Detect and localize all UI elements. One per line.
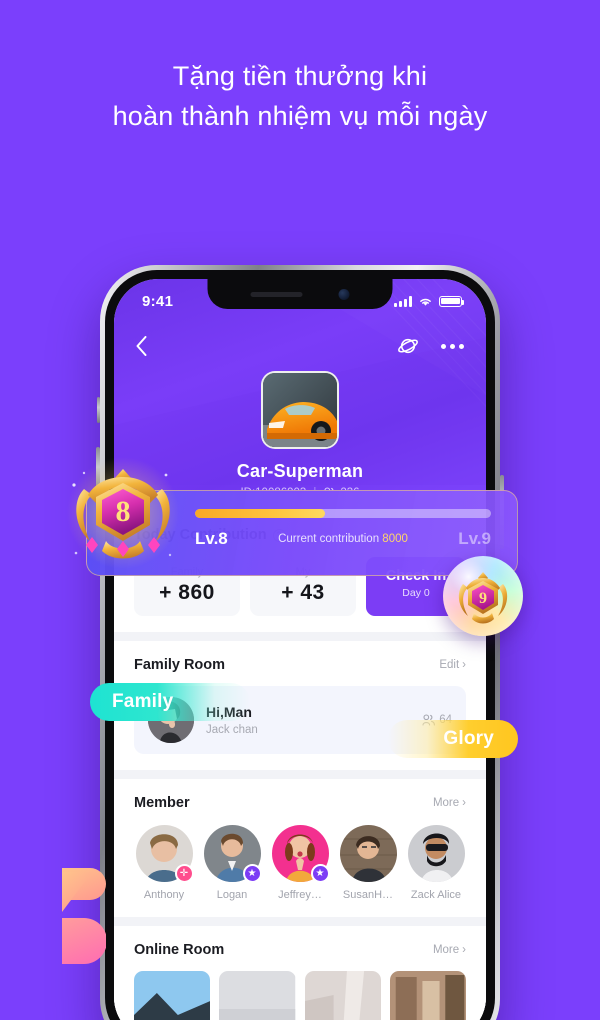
chevron-right-icon: › [462, 797, 466, 809]
member-name: SusanH… [342, 889, 394, 901]
member-card: Member More › ✛ Anthony ★ Logan ★ Jeffre… [114, 779, 486, 917]
next-level-label: Lv.9 [458, 529, 491, 548]
promo-headline-line-2: hoàn thành nhiệm vụ mỗi ngày [112, 101, 488, 131]
online-room-thumbnails [134, 971, 466, 1020]
contribution-text: Current contribution [278, 533, 380, 545]
online-room-thumb[interactable] [134, 971, 211, 1020]
family-room-head: Family Room Edit › [134, 657, 466, 673]
online-room-thumb[interactable] [304, 971, 381, 1020]
member-title: Member [134, 795, 190, 811]
app-nav-bar [114, 323, 486, 369]
star-badge-icon: ★ [242, 864, 262, 883]
level-progress-track [195, 509, 491, 518]
online-room-more-link[interactable]: More › [433, 944, 466, 956]
battery-icon [439, 295, 465, 307]
glory-callout-label: Glory [443, 728, 494, 749]
member-head: Member More › [134, 795, 466, 811]
svg-text:8: 8 [116, 495, 131, 528]
planet-icon[interactable] [397, 335, 419, 357]
phone-bezel: 9:41 Car-Superman + 860 + 43 Check In Da… [105, 270, 495, 1020]
status-time: 9:41 [142, 292, 174, 310]
family-callout-pill: Family [90, 683, 250, 721]
contribution-number: 8000 [382, 533, 408, 545]
member-item-anthony[interactable]: ✛ Anthony [134, 825, 194, 901]
level-row: Lv.8 Current contribution 8000 Lv.9 [195, 529, 491, 549]
online-room-thumb[interactable] [219, 971, 296, 1020]
cellular-bars-icon [394, 295, 412, 307]
online-room-thumb[interactable] [389, 971, 466, 1020]
member-item-jeffrey[interactable]: ★ Jeffrey… [270, 825, 330, 901]
member-name: Jeffrey… [278, 889, 322, 901]
member-name: Logan [216, 889, 248, 901]
member-more-link[interactable]: More › [433, 797, 466, 809]
contribution-my-value: + 43 [281, 581, 325, 604]
contribution-family-value: + 860 [159, 581, 215, 604]
wifi-icon [420, 298, 431, 306]
avatar [407, 825, 465, 882]
member-name: Anthony [143, 889, 185, 901]
online-room-more-label: More [432, 944, 460, 956]
family-room-edit-link[interactable]: Edit › [439, 659, 466, 671]
ellipsis-icon[interactable] [441, 343, 464, 349]
current-contribution-label: Current contribution 8000 [278, 533, 408, 545]
level-progress-fill [195, 509, 326, 518]
family-room-title: Family Room [134, 657, 226, 673]
online-room-card: Online Room More › [114, 926, 486, 1020]
medal-level-8-icon: 8 [66, 455, 180, 571]
plus-badge-icon: ✛ [174, 864, 194, 883]
status-icons [394, 295, 465, 307]
phone-screen: 9:41 Car-Superman + 860 + 43 Check In Da… [114, 279, 486, 1020]
svg-text:9: 9 [479, 590, 487, 607]
nav-actions [397, 335, 464, 357]
family-room-owner: Jack chan [206, 724, 258, 736]
family-avatar-car-icon[interactable] [261, 371, 339, 449]
promo-headline-line-1: Tặng tiền thưởng khi [172, 61, 428, 91]
family-room-edit-label: Edit [439, 659, 460, 671]
family-callout-label: Family [112, 691, 174, 712]
member-item-logan[interactable]: ★ Logan [202, 825, 262, 901]
member-more-label: More [432, 797, 460, 809]
member-avatar-row: ✛ Anthony ★ Logan ★ Jeffrey… SusanH… Zac… [134, 825, 466, 901]
medal-level-9-icon: 9 [443, 556, 523, 636]
promo-headline: Tặng tiền thưởng khi hoàn thành nhiệm vụ… [0, 56, 600, 136]
mute-switch[interactable] [97, 397, 100, 423]
phone-mockup: 9:41 Car-Superman + 860 + 43 Check In Da… [96, 265, 504, 1020]
member-name: Zack Alice [410, 889, 462, 901]
star-badge-icon: ★ [310, 864, 330, 883]
chevron-right-icon: › [462, 659, 466, 671]
online-room-title: Online Room [134, 942, 225, 958]
avatar [339, 825, 397, 882]
online-room-head: Online Room More › [134, 942, 466, 958]
glory-callout-pill: Glory [388, 720, 518, 758]
member-item-zack-alice[interactable]: Zack Alice [406, 825, 466, 901]
status-bar: 9:41 [114, 279, 486, 323]
member-item-susanh[interactable]: SusanH… [338, 825, 398, 901]
chevron-right-icon: › [462, 944, 466, 956]
chevron-left-icon[interactable] [136, 336, 147, 356]
current-level-label: Lv.8 [195, 529, 228, 548]
k-logo-shape-icon [62, 860, 106, 972]
